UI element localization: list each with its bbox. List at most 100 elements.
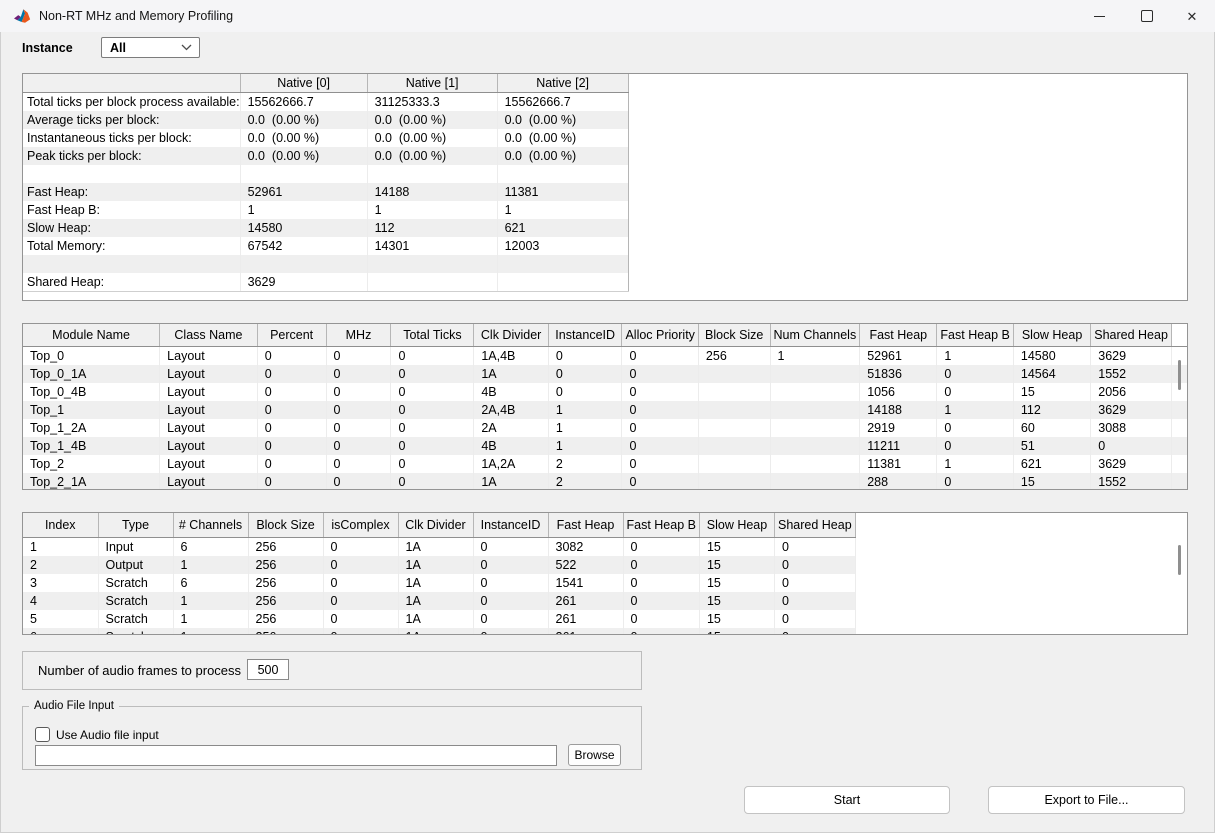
table-cell[interactable]: 0 — [257, 473, 326, 490]
table-cell[interactable] — [367, 273, 497, 292]
table-cell[interactable]: 0 — [323, 628, 398, 635]
table-cell[interactable]: 0 — [623, 574, 699, 592]
table-cell[interactable]: 0 — [326, 401, 391, 419]
export-button[interactable]: Export to File... — [988, 786, 1185, 814]
table-cell[interactable]: 6 — [173, 538, 248, 557]
table-cell[interactable]: 15 — [699, 574, 774, 592]
table-cell[interactable]: 256 — [248, 556, 323, 574]
table-cell[interactable]: Peak ticks per block: — [23, 147, 240, 165]
table-cell[interactable]: 0 — [623, 592, 699, 610]
table-cell[interactable]: Layout — [160, 419, 258, 437]
table-cell[interactable] — [1171, 401, 1187, 419]
table-cell[interactable]: 0 — [391, 473, 474, 490]
table-cell[interactable]: Top_1 — [23, 401, 160, 419]
table-cell[interactable]: 11381 — [497, 183, 628, 201]
table-cell[interactable]: 15 — [699, 592, 774, 610]
table-cell[interactable]: 15562666.7 — [497, 93, 628, 112]
table-cell[interactable]: 0 — [623, 556, 699, 574]
table-cell[interactable]: 1A — [398, 610, 473, 628]
table-cell[interactable]: 0 — [937, 437, 1013, 455]
table-cell[interactable]: 0 — [326, 365, 391, 383]
table-cell[interactable] — [1171, 419, 1187, 437]
table-cell[interactable]: 14580 — [1013, 347, 1090, 366]
table-cell[interactable]: Layout — [160, 455, 258, 473]
table-cell[interactable]: 261 — [548, 592, 623, 610]
table-cell[interactable]: 0 — [548, 347, 622, 366]
table-cell[interactable]: 0 — [257, 455, 326, 473]
table-cell[interactable]: 0 — [548, 365, 622, 383]
table-cell[interactable]: 0 — [391, 383, 474, 401]
table-cell[interactable]: 1552 — [1091, 365, 1172, 383]
table-cell[interactable]: 0 — [473, 592, 548, 610]
browse-button[interactable]: Browse — [568, 744, 621, 766]
table-cell[interactable]: 1A — [398, 556, 473, 574]
table-cell[interactable]: 14564 — [1013, 365, 1090, 383]
table-cell[interactable]: 1056 — [860, 383, 937, 401]
table-cell[interactable]: 0.0 (0.00 %) — [367, 129, 497, 147]
table-cell[interactable]: 0 — [391, 347, 474, 366]
table-cell[interactable]: 0 — [323, 556, 398, 574]
table-cell[interactable]: 0.0 (0.00 %) — [497, 111, 628, 129]
table-cell[interactable]: 0 — [622, 383, 698, 401]
table-cell[interactable]: 14301 — [367, 237, 497, 255]
table-cell[interactable]: 0 — [774, 628, 855, 635]
table-cell[interactable] — [240, 165, 367, 183]
table-cell[interactable]: 52961 — [860, 347, 937, 366]
table-cell[interactable] — [1171, 455, 1187, 473]
table-cell[interactable]: 112 — [1013, 401, 1090, 419]
table-cell[interactable]: 256 — [248, 592, 323, 610]
table-cell[interactable]: 0 — [473, 628, 548, 635]
table-cell[interactable]: 0 — [774, 556, 855, 574]
table-cell[interactable]: 0 — [473, 574, 548, 592]
table-cell[interactable]: 1A,2A — [474, 455, 549, 473]
table-cell[interactable]: 0 — [323, 574, 398, 592]
table-cell[interactable]: 0 — [622, 347, 698, 366]
table-cell[interactable]: 51 — [1013, 437, 1090, 455]
table-cell[interactable] — [770, 473, 860, 490]
table-cell[interactable]: 1 — [548, 419, 622, 437]
table-cell[interactable]: 256 — [248, 610, 323, 628]
table-cell[interactable] — [698, 437, 770, 455]
table-cell[interactable]: 0.0 (0.00 %) — [367, 111, 497, 129]
table-cell[interactable]: 1A — [398, 538, 473, 557]
table-cell[interactable] — [770, 383, 860, 401]
table-cell[interactable]: 0 — [326, 347, 391, 366]
table-cell[interactable]: 1 — [23, 538, 98, 557]
table-cell[interactable]: 0 — [622, 419, 698, 437]
table-cell[interactable]: 15 — [699, 538, 774, 557]
table-cell[interactable]: 3629 — [1091, 401, 1172, 419]
table-cell[interactable]: 1 — [937, 455, 1013, 473]
table-cell[interactable]: 256 — [248, 628, 323, 635]
table-cell[interactable]: 1A,4B — [474, 347, 549, 366]
table-cell[interactable]: Layout — [160, 347, 258, 366]
table-cell[interactable]: 6 — [173, 574, 248, 592]
table-cell[interactable] — [770, 437, 860, 455]
table-cell[interactable]: 0 — [622, 455, 698, 473]
audio-file-path-input[interactable] — [35, 745, 557, 766]
table-cell[interactable] — [367, 165, 497, 183]
use-audio-file-checkbox[interactable] — [35, 727, 50, 742]
table-cell[interactable] — [497, 255, 628, 273]
table-cell[interactable]: Top_2 — [23, 455, 160, 473]
table-cell[interactable]: 0.0 (0.00 %) — [240, 129, 367, 147]
table-cell[interactable]: 0 — [473, 610, 548, 628]
table-cell[interactable]: 0 — [937, 419, 1013, 437]
table-cell[interactable]: Average ticks per block: — [23, 111, 240, 129]
table-cell[interactable] — [698, 383, 770, 401]
table-cell[interactable]: 0 — [548, 383, 622, 401]
table-cell[interactable]: 2A,4B — [474, 401, 549, 419]
table-cell[interactable]: 1 — [937, 347, 1013, 366]
table-cell[interactable]: 0 — [391, 455, 474, 473]
table-cell[interactable]: 1A — [398, 592, 473, 610]
table-cell[interactable]: 1 — [548, 437, 622, 455]
table-cell[interactable]: 1 — [240, 201, 367, 219]
table-cell[interactable] — [770, 365, 860, 383]
table-cell[interactable]: 0 — [1091, 437, 1172, 455]
instance-dropdown[interactable]: All — [101, 37, 200, 58]
table-cell[interactable]: Top_1_2A — [23, 419, 160, 437]
table-cell[interactable]: Total Memory: — [23, 237, 240, 255]
table-cell[interactable]: Shared Heap: — [23, 273, 240, 292]
table-cell[interactable]: Layout — [160, 383, 258, 401]
table-cell[interactable]: 2 — [23, 556, 98, 574]
table-cell[interactable]: Top_2_1A — [23, 473, 160, 490]
